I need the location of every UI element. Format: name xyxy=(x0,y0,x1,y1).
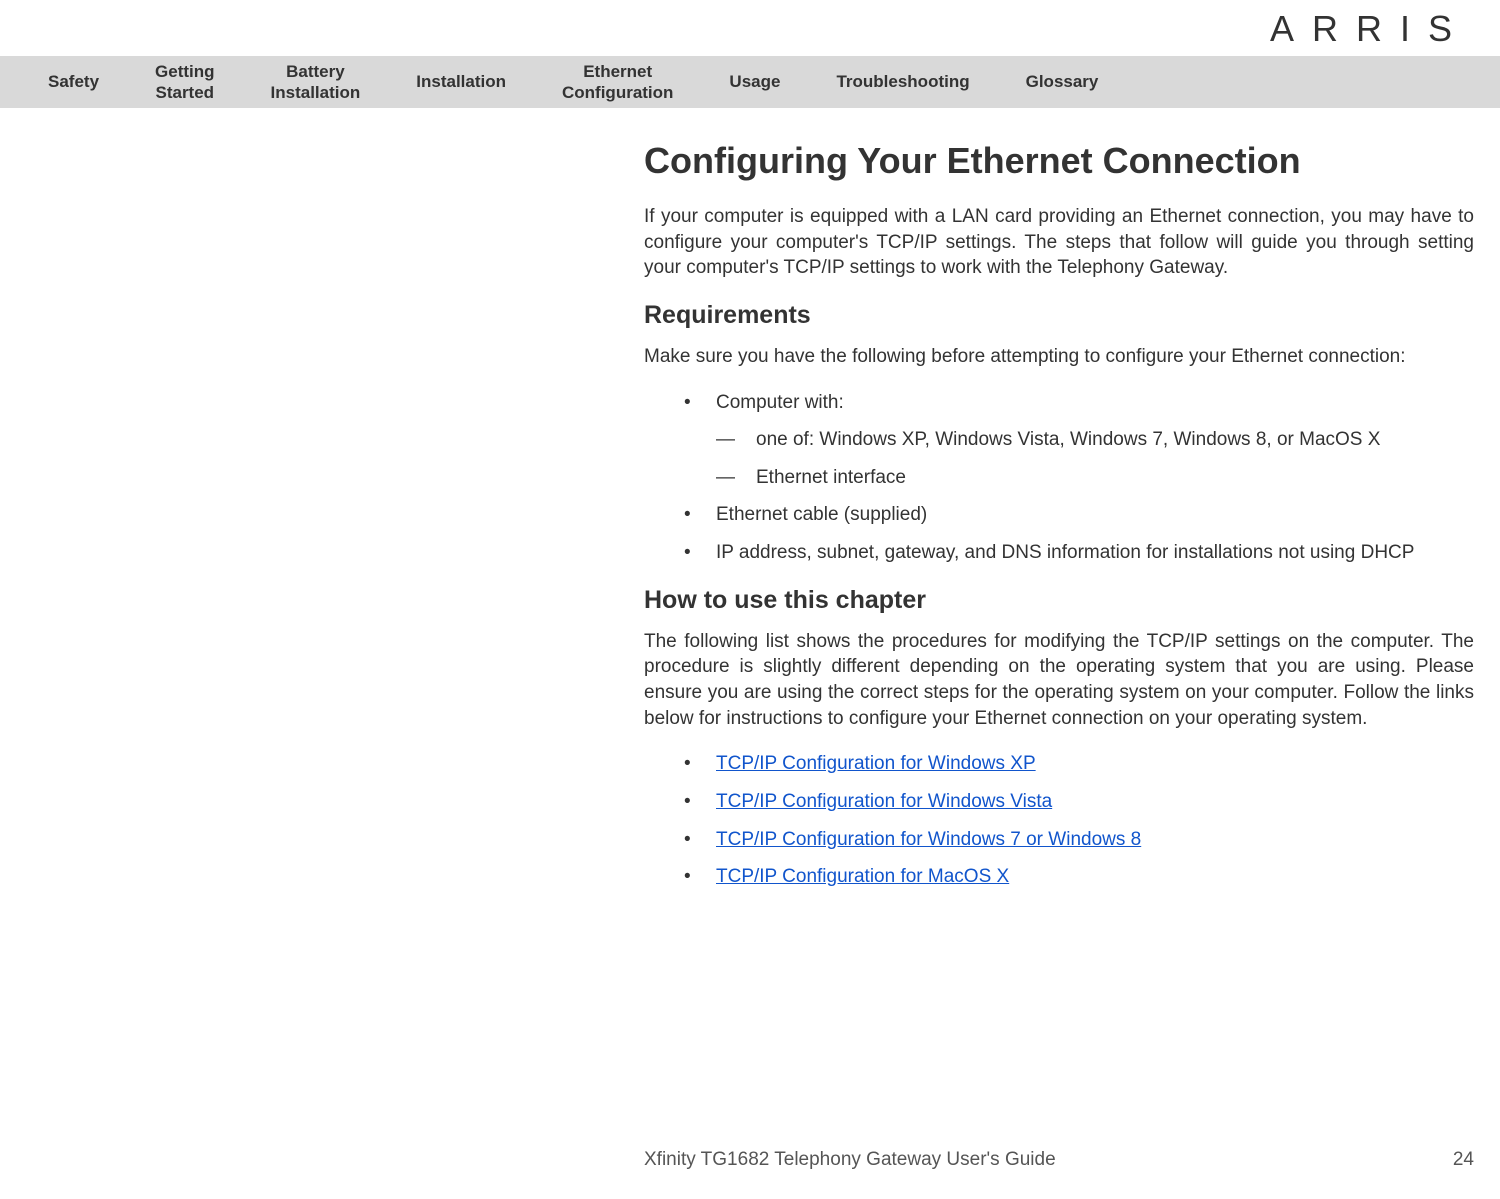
intro-paragraph: If your computer is equipped with a LAN … xyxy=(644,204,1474,281)
list-item: TCP/IP Configuration for Windows XP xyxy=(684,751,1474,777)
nav-battery-installation[interactable]: Battery Installation xyxy=(243,61,389,104)
list-item: Ethernet cable (supplied) xyxy=(684,502,1474,528)
nav-safety[interactable]: Safety xyxy=(20,71,127,92)
req-computer-with: Computer with: xyxy=(716,392,844,413)
nav-installation[interactable]: Installation xyxy=(388,71,534,92)
how-to-heading: How to use this chapter xyxy=(644,586,1474,615)
requirements-heading: Requirements xyxy=(644,301,1474,330)
list-item: TCP/IP Configuration for Windows 7 or Wi… xyxy=(684,827,1474,853)
link-macos-x[interactable]: TCP/IP Configuration for MacOS X xyxy=(716,866,1009,887)
links-list: TCP/IP Configuration for Windows XP TCP/… xyxy=(684,751,1474,890)
list-item: IP address, subnet, gateway, and DNS inf… xyxy=(684,540,1474,566)
list-item: Computer with: one of: Windows XP, Windo… xyxy=(684,390,1474,491)
page-title: Configuring Your Ethernet Connection xyxy=(644,140,1474,182)
list-item: TCP/IP Configuration for MacOS X xyxy=(684,864,1474,890)
nav-glossary[interactable]: Glossary xyxy=(998,71,1127,92)
nav-ethernet-configuration[interactable]: Ethernet Configuration xyxy=(534,61,701,104)
nav-getting-started[interactable]: Getting Started xyxy=(127,61,243,104)
nav-usage[interactable]: Usage xyxy=(701,71,808,92)
how-to-intro: The following list shows the procedures … xyxy=(644,629,1474,732)
list-item: TCP/IP Configuration for Windows Vista xyxy=(684,789,1474,815)
link-windows-7-8[interactable]: TCP/IP Configuration for Windows 7 or Wi… xyxy=(716,829,1141,850)
requirements-sublist: one of: Windows XP, Windows Vista, Windo… xyxy=(716,427,1474,490)
page-footer: Xfinity TG1682 Telephony Gateway User's … xyxy=(644,1149,1474,1171)
top-nav: Safety Getting Started Battery Installat… xyxy=(0,56,1500,108)
link-windows-xp[interactable]: TCP/IP Configuration for Windows XP xyxy=(716,753,1036,774)
nav-troubleshooting[interactable]: Troubleshooting xyxy=(808,71,997,92)
page-number: 24 xyxy=(1453,1149,1474,1171)
footer-title: Xfinity TG1682 Telephony Gateway User's … xyxy=(644,1149,1056,1171)
list-item: one of: Windows XP, Windows Vista, Windo… xyxy=(716,427,1474,453)
requirements-list: Computer with: one of: Windows XP, Windo… xyxy=(684,390,1474,566)
requirements-intro: Make sure you have the following before … xyxy=(644,344,1474,370)
list-item: Ethernet interface xyxy=(716,465,1474,491)
main-content: Configuring Your Ethernet Connection If … xyxy=(644,140,1474,910)
brand-logo: ARRIS xyxy=(1270,8,1470,50)
link-windows-vista[interactable]: TCP/IP Configuration for Windows Vista xyxy=(716,791,1052,812)
